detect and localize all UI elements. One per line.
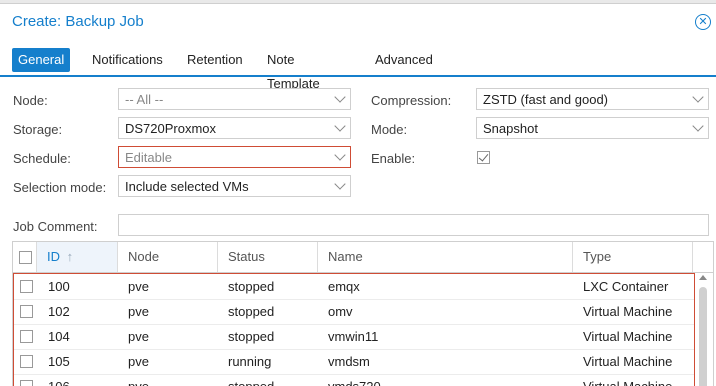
scrollbar-thumb[interactable] (699, 287, 707, 386)
chevron-down-icon (334, 178, 346, 190)
checkmark-icon (478, 151, 489, 162)
cell-name: vmdsm (328, 354, 370, 369)
compression-select[interactable]: ZSTD (fast and good) (476, 88, 709, 110)
storage-select[interactable]: DS720Proxmox (118, 117, 351, 139)
grid-header: ID ↑ Node Status Name Type (13, 242, 713, 273)
cell-name: omv (328, 304, 353, 319)
table-row[interactable]: 102 pve stopped omv Virtual Machine (14, 299, 694, 325)
scroll-up-icon[interactable] (699, 275, 707, 280)
cell-node: pve (128, 304, 149, 319)
mode-select[interactable]: Snapshot (476, 117, 709, 139)
cell-type: LXC Container (583, 279, 669, 294)
cell-type: Virtual Machine (583, 354, 673, 369)
table-row[interactable]: 104 pve stopped vmwin11 Virtual Machine (14, 324, 694, 350)
row-checkbox[interactable] (20, 355, 33, 368)
cell-node: pve (128, 329, 149, 344)
storage-label: Storage: (13, 122, 63, 137)
table-row[interactable]: 100 pve stopped emqx LXC Container (14, 274, 694, 300)
cell-node: pve (128, 279, 149, 294)
cell-type: Virtual Machine (583, 304, 673, 319)
chevron-down-icon (692, 120, 704, 132)
cell-type: Virtual Machine (583, 329, 673, 344)
backup-job-dialog: Create: Backup Job ✕ General Notificatio… (0, 3, 716, 386)
column-status[interactable]: Status (218, 242, 318, 272)
job-comment-input[interactable] (118, 214, 709, 236)
mode-label: Mode: (371, 122, 408, 137)
tab-notifications[interactable]: Notifications (86, 48, 169, 72)
tab-general[interactable]: General (12, 48, 71, 72)
row-checkbox[interactable] (20, 280, 33, 293)
job-comment-label: Job Comment: (13, 219, 98, 234)
row-checkbox[interactable] (20, 330, 33, 343)
cell-id: 100 (48, 279, 70, 294)
row-checkbox[interactable] (20, 305, 33, 318)
compression-label: Compression: (371, 93, 452, 108)
column-name[interactable]: Name (318, 242, 573, 272)
cell-type: Virtual Machine (583, 374, 672, 386)
table-row[interactable]: 106 pve stopped vmds720 Virtual Machine (14, 374, 694, 386)
tab-note-template[interactable]: Note Template (261, 48, 326, 91)
grid-scrollbar[interactable] (697, 273, 709, 386)
chevron-down-icon (692, 91, 704, 103)
sort-ascending-icon: ↑ (66, 249, 74, 264)
storage-value: DS720Proxmox (125, 121, 217, 136)
column-id-label: ID (47, 249, 60, 264)
cell-status: stopped (228, 304, 275, 319)
cell-status: stopped (228, 329, 275, 344)
selection-mode-value: Include selected VMs (125, 179, 249, 194)
cell-name: emqx (328, 279, 360, 294)
tab-underline (0, 75, 716, 77)
cell-status: running (228, 354, 272, 369)
vm-grid: ID ↑ Node Status Name Type 100 pve stopp… (12, 241, 714, 386)
dialog-title: Create: Backup Job (12, 13, 144, 30)
cell-id: 105 (48, 354, 70, 369)
node-value: -- All -- (125, 92, 164, 107)
row-checkbox[interactable] (20, 380, 33, 386)
cell-id: 104 (48, 329, 70, 344)
compression-value: ZSTD (fast and good) (483, 92, 608, 107)
column-id[interactable]: ID ↑ (37, 242, 118, 272)
select-all-checkbox[interactable] (19, 251, 32, 264)
selection-mode-select[interactable]: Include selected VMs (118, 175, 351, 197)
mode-value: Snapshot (483, 121, 538, 136)
select-all-header (13, 242, 37, 272)
node-label: Node: (13, 93, 48, 108)
cell-node: pve (128, 374, 149, 386)
schedule-combo[interactable]: Editable (118, 146, 351, 168)
chevron-down-icon (334, 120, 346, 132)
schedule-placeholder: Editable (125, 150, 172, 165)
cell-name: vmwin11 (328, 329, 379, 344)
enable-checkbox[interactable] (477, 151, 490, 164)
schedule-label: Schedule: (13, 151, 71, 166)
column-type[interactable]: Type (573, 242, 693, 272)
close-icon[interactable]: ✕ (695, 14, 711, 30)
cell-id: 106 (48, 374, 70, 386)
tab-advanced[interactable]: Advanced (369, 48, 439, 72)
selection-mode-label: Selection mode: (13, 180, 107, 195)
table-row[interactable]: 105 pve running vmdsm Virtual Machine (14, 349, 694, 375)
cell-name: vmds720 (328, 374, 381, 386)
grid-rows: 100 pve stopped emqx LXC Container 102 p… (13, 273, 695, 386)
enable-label: Enable: (371, 151, 416, 166)
cell-id: 102 (48, 304, 70, 319)
cell-node: pve (128, 354, 149, 369)
cell-status: stopped (228, 374, 274, 386)
cell-status: stopped (228, 279, 275, 294)
node-select[interactable]: -- All -- (118, 88, 351, 110)
chevron-down-icon (334, 91, 346, 103)
chevron-down-icon (334, 149, 346, 161)
column-node[interactable]: Node (118, 242, 218, 272)
tab-retention[interactable]: Retention (181, 48, 249, 72)
